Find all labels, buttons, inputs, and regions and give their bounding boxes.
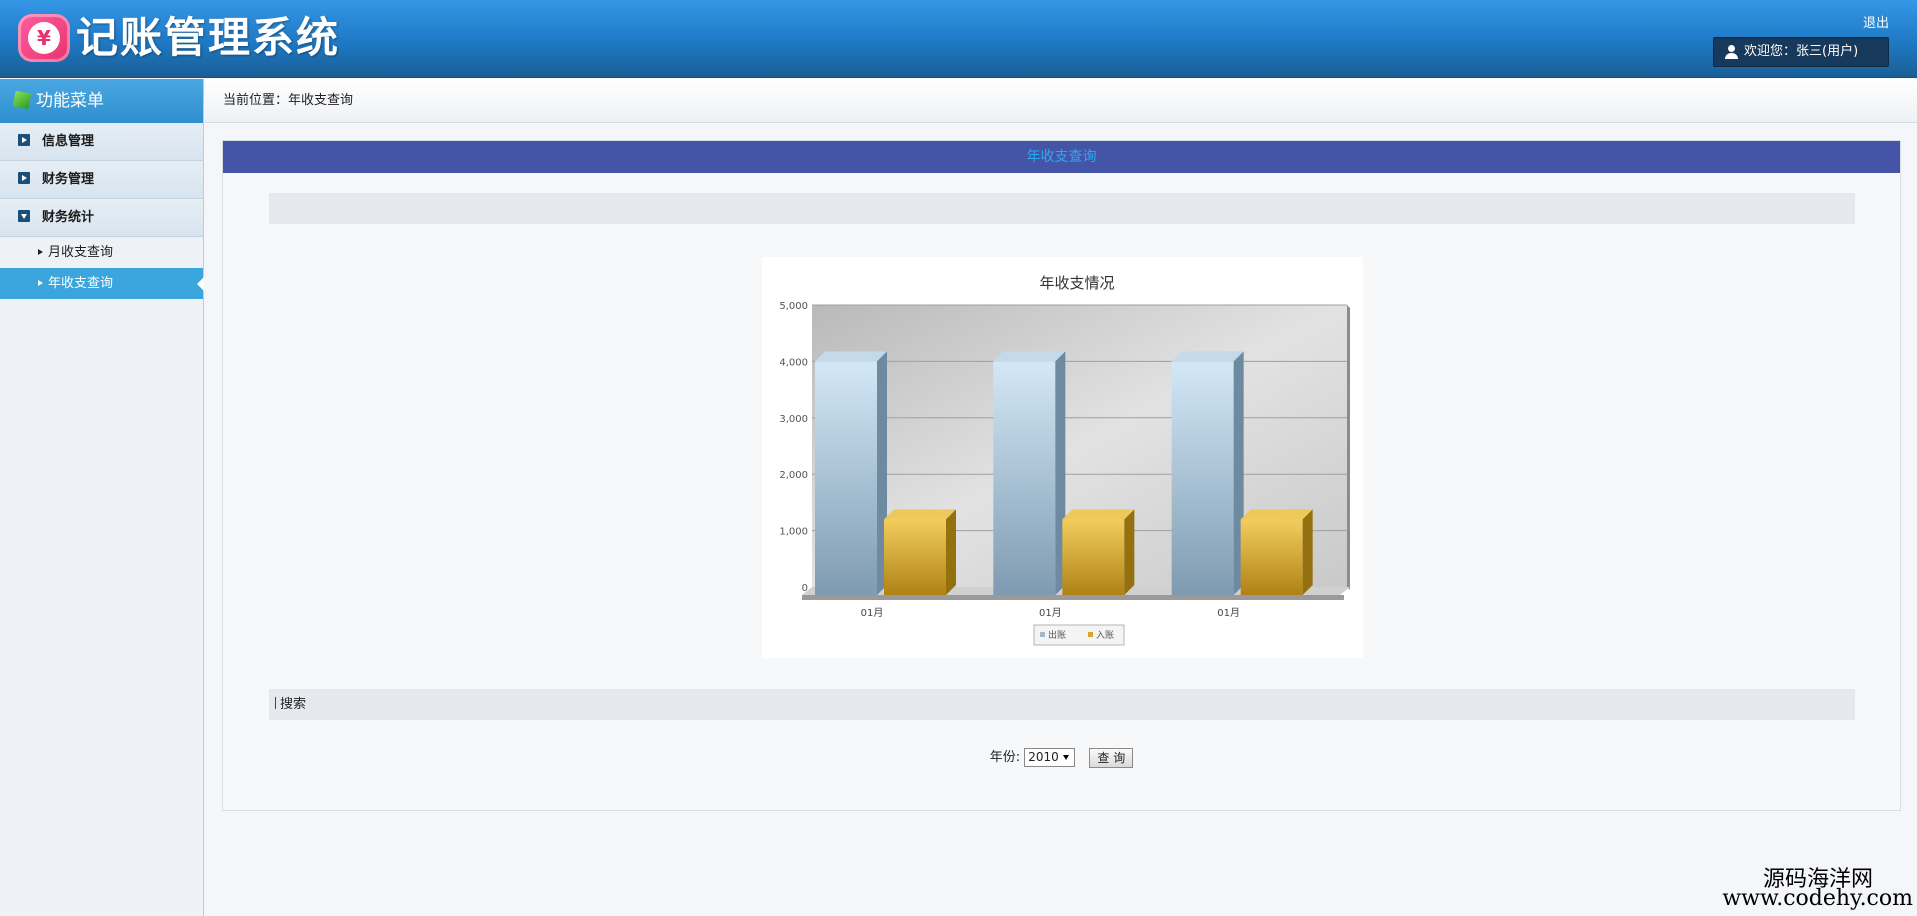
x-tick-label: 01月 [1217, 607, 1240, 619]
y-tick-label: 0 [802, 583, 808, 594]
chevron-down-icon [1063, 755, 1070, 760]
user-icon [1724, 44, 1738, 59]
app-title: 记账管理系统 [76, 13, 341, 62]
sidebar: 功能菜单 信息管理 财务管理 财务统计 月收支查询 年收支查询 [0, 79, 204, 916]
sidebar-group-info[interactable]: 信息管理 [0, 123, 203, 161]
yen-icon: ¥ [28, 22, 60, 54]
section-divider [275, 697, 276, 709]
logo-icon: ¥ [18, 14, 70, 62]
expand-icon [18, 134, 30, 146]
plot-floor-edge [802, 595, 1344, 600]
bar [993, 361, 1056, 595]
sidebar-title: 功能菜单 [0, 79, 203, 123]
x-tick-label: 01月 [1039, 607, 1062, 619]
legend-label: 出账 [1048, 629, 1066, 641]
sidebar-title-label: 功能菜单 [36, 91, 104, 111]
bar-top [815, 351, 887, 362]
legend-label: 入账 [1096, 630, 1114, 641]
x-tick-label: 01月 [861, 607, 884, 619]
plot-side-wall [1347, 305, 1350, 590]
year-select[interactable]: 2010 [1024, 748, 1076, 767]
expand-icon [18, 172, 30, 184]
welcome-text: 欢迎您：张三(用户) [1744, 44, 1859, 59]
query-button[interactable]: 查 询 [1089, 747, 1134, 768]
bar-top [884, 509, 956, 520]
bar-top [1171, 351, 1244, 362]
sidebar-item-yearly-query[interactable]: 年收支查询 [0, 268, 204, 299]
bar [1240, 519, 1303, 595]
user-info: 欢迎您：张三(用户) [1713, 37, 1889, 67]
bar [1171, 361, 1234, 595]
app-header: ¥ 记账管理系统 退出 欢迎您：张三(用户) [0, 0, 1917, 78]
bar [1062, 519, 1125, 595]
breadcrumb: 当前位置：年收支查询 [205, 79, 1917, 123]
bar-side [1302, 509, 1313, 595]
y-tick-label: 4,000 [779, 357, 808, 368]
sidebar-item-label: 月收支查询 [48, 245, 114, 260]
toolbar-strip [269, 193, 1855, 224]
year-select-value: 2010 [1028, 750, 1059, 764]
bar [884, 519, 946, 595]
year-label: 年份: [989, 750, 1021, 765]
sidebar-group-statistics[interactable]: 财务统计 [0, 199, 203, 237]
sidebar-group-label: 财务统计 [42, 210, 95, 225]
logout-link[interactable]: 退出 [1863, 12, 1889, 31]
chart-title: 年收支情况 [1039, 274, 1114, 292]
sidebar-group-finance[interactable]: 财务管理 [0, 161, 203, 199]
bar [815, 361, 877, 595]
y-tick-label: 1,000 [779, 527, 808, 538]
y-tick-label: 5,000 [779, 301, 808, 312]
sidebar-group-label: 财务管理 [42, 172, 95, 187]
bar-top [1240, 509, 1313, 520]
collapse-icon [18, 210, 30, 222]
search-section-label: 搜索 [280, 697, 307, 712]
bullet-icon [38, 280, 43, 286]
bullet-icon [38, 249, 43, 255]
sidebar-item-monthly-query[interactable]: 月收支查询 [0, 237, 203, 268]
bar-side [946, 509, 956, 595]
bar-side [1124, 509, 1135, 595]
y-tick-label: 3,000 [779, 414, 808, 425]
chart-container: 年收支情况 0 1,000 2,000 3,000 4,000 5,000 01月 01月 01月… [762, 257, 1363, 658]
bar-top [1062, 509, 1135, 520]
main-panel: 年收支查询 年收支情况 0 1,000 2,000 3,000 4,000 5,000 [222, 140, 1901, 811]
y-tick-label: 2,000 [779, 470, 808, 481]
watermark-url: www.codehy.com [1722, 886, 1913, 911]
sidebar-group-label: 信息管理 [42, 134, 95, 149]
search-form: 年份: 2010 查 询 [223, 746, 1900, 768]
bar-chart: 年收支情况 0 1,000 2,000 3,000 4,000 5,000 01月 01月 01月… [779, 274, 1350, 646]
bar-top [993, 351, 1066, 362]
search-section-header: 搜索 [269, 689, 1855, 720]
legend-swatch [1088, 632, 1093, 637]
panel-title: 年收支查询 [223, 141, 1900, 173]
legend-swatch [1040, 632, 1045, 637]
sidebar-item-label: 年收支查询 [48, 276, 114, 291]
cube-icon [12, 90, 32, 110]
